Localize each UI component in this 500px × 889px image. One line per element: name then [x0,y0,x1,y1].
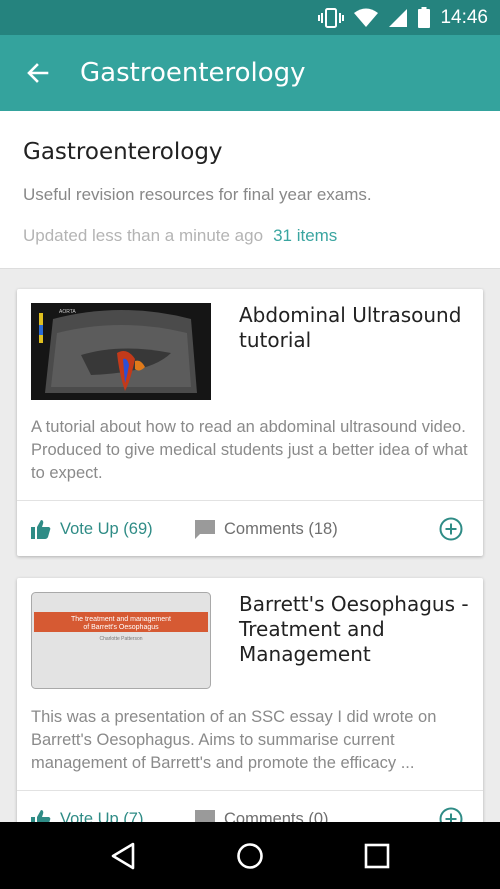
vote-up-button[interactable]: Vote Up (69) [31,501,153,557]
nav-home-icon[interactable] [236,842,264,870]
resource-title[interactable]: Barrett's Oesophagus - Treatment and Man… [239,592,469,667]
presentation-thumbnail: The treatment and management of Barrett'… [31,592,211,689]
system-nav-bar [0,822,500,889]
thumb-title-line-2: of Barrett's Oesophagus [83,624,159,631]
collection-description: Useful revision resources for final year… [23,185,372,204]
resource-card[interactable]: AORTA Abdominal Ultrasound tutorial A tu… [17,289,483,556]
nav-back-icon[interactable] [110,842,136,870]
nav-recents-icon[interactable] [364,843,390,869]
updated-text: Updated less than a minute ago [23,226,264,245]
resource-description: This was a presentation of an SSC essay … [31,708,437,772]
thumb-label: AORTA [59,309,76,315]
card-actions: Vote Up (69) Comments (18) [17,501,483,557]
arrow-back-icon [27,63,49,83]
app-bar-title: Gastroenterology [80,58,306,88]
status-bar: 14:46 [0,0,500,35]
back-button[interactable] [0,35,80,111]
item-count[interactable]: 31 items [273,226,337,245]
battery-icon [418,7,431,28]
comments-label: Comments (18) [224,519,338,538]
ultrasound-thumbnail: AORTA [31,303,211,400]
thumb-up-icon [31,520,51,539]
thumb-title-line-1: The treatment and management [71,616,171,623]
resource-card[interactable]: The treatment and management of Barrett'… [17,578,483,838]
vibrate-icon [318,7,345,28]
resource-description: A tutorial about how to read an abdomina… [31,418,468,482]
signal-icon [389,8,408,27]
comments-button[interactable]: Comments (18) [195,501,338,557]
collection-meta: Updated less than a minute ago 31 items [23,226,337,246]
wifi-icon [354,8,379,27]
resource-title[interactable]: Abdominal Ultrasound tutorial [239,303,469,353]
add-circle-icon[interactable] [439,517,463,541]
comment-icon [195,519,215,539]
app-bar: Gastroenterology [0,35,500,111]
collection-title: Gastroenterology [23,139,223,165]
thumb-author: Charlotte Patterson [99,636,142,642]
clock: 14:46 [440,6,488,28]
collection-header: Gastroenterology Useful revision resourc… [0,111,500,269]
vote-up-label: Vote Up (69) [60,519,153,538]
